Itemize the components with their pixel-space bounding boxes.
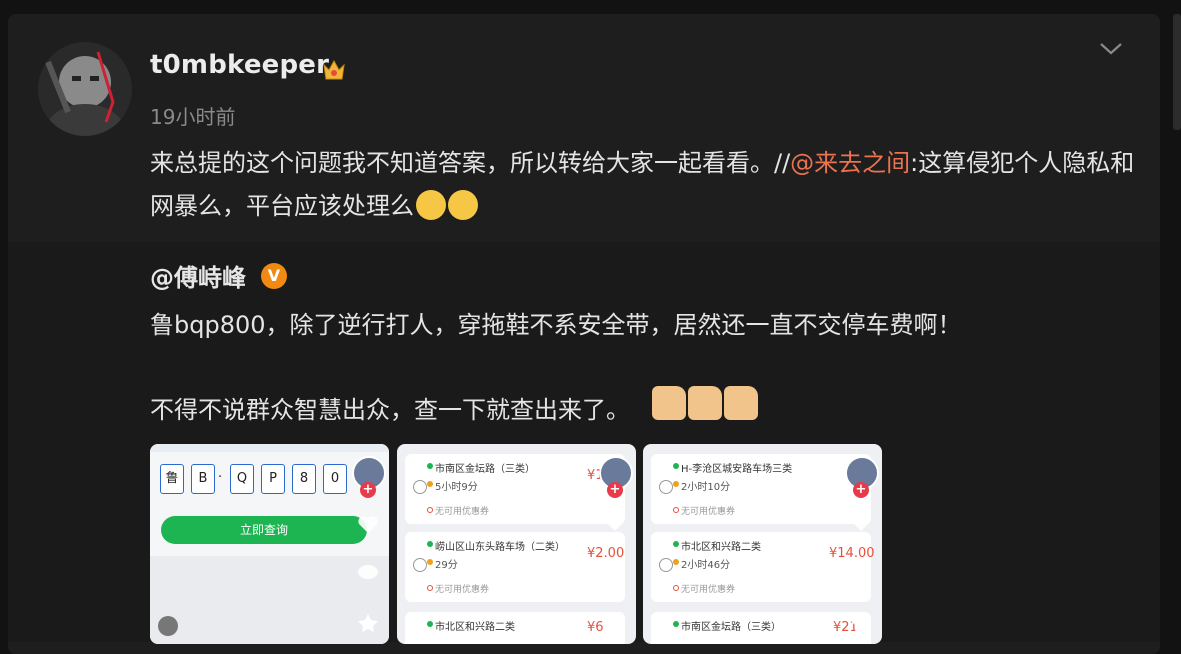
shush-emoji-icon — [416, 190, 446, 220]
post-image-2[interactable]: 市南区金坛路（三类） 5小时9分 无可用优惠券 ¥1 崂山区山东头路车场（二类）… — [397, 444, 636, 644]
repost-username[interactable]: @傅峙峰 — [150, 258, 246, 293]
comment-icon — [851, 565, 871, 579]
parking-row: 市南区金坛路（三类） 5小时9分 无可用优惠券 ¥1 — [405, 454, 625, 524]
plate-char: 8 — [292, 464, 316, 494]
music-icon — [158, 616, 178, 636]
plus-icon: + — [607, 482, 623, 498]
avatar[interactable] — [38, 42, 132, 136]
sweat-emoji-icon — [448, 190, 478, 220]
heart-icon — [605, 514, 625, 531]
plate-dot: · — [218, 470, 223, 485]
post-image-3[interactable]: H-李沧区城安路车场三类 2小时10分 无可用优惠券 市北区和兴路二类 2小时4… — [643, 444, 882, 644]
parking-row: 市北区和兴路二类 2小时46分 无可用优惠券 ¥14.00 — [651, 532, 875, 602]
parking-row: 崂山区山东头路车场（二类） 29分 无可用优惠券 ¥2.00 — [405, 532, 625, 602]
verified-badge-icon: V — [261, 263, 287, 289]
comment-icon — [605, 565, 625, 579]
comment-icon — [358, 565, 378, 579]
repost-text-line2: 不得不说群众智慧出众，查一下就查出来了。 — [150, 396, 630, 424]
chevron-down-icon[interactable] — [1098, 40, 1124, 58]
star-icon — [605, 614, 625, 632]
thumbs-up-icon — [688, 386, 722, 420]
mention-link[interactable]: @来去之间 — [790, 149, 910, 177]
parking-row: 市北区和兴路二类 ¥6 — [405, 612, 625, 644]
plate-char: P — [261, 464, 285, 494]
thumbs-up-emojis — [652, 386, 760, 424]
parking-row: 市南区金坛路（三类） ¥21 — [651, 612, 871, 644]
post-text: 来总提的这个问题我不知道答案，所以转给大家一起看看。//@来去之间:这算侵犯个人… — [150, 149, 1135, 220]
post-image-1[interactable]: 鲁 B · Q P 8 0 立即查询 + — [150, 444, 389, 644]
heart-icon — [358, 516, 378, 533]
query-button: 立即查询 — [161, 516, 367, 544]
repost-text-line1: 鲁bqp800，除了逆行打人，穿拖鞋不系安全带，居然还一直不交停车费啊！ — [150, 311, 962, 339]
plate-char: B — [191, 464, 215, 494]
star-icon — [851, 614, 871, 632]
parking-row: H-李沧区城安路车场三类 2小时10分 无可用优惠券 — [651, 454, 871, 524]
plate-char: 鲁 — [160, 464, 184, 494]
plate-char: Q — [230, 464, 254, 494]
plus-icon: + — [853, 482, 869, 498]
scrollbar[interactable] — [1173, 14, 1181, 130]
post-time[interactable]: 19小时前 — [150, 101, 235, 130]
plate-char: 0 — [323, 464, 347, 494]
plus-icon: + — [360, 482, 376, 498]
star-icon — [358, 614, 378, 632]
heart-icon — [851, 514, 871, 531]
crown-icon — [323, 59, 345, 80]
username[interactable]: t0mbkeeper — [150, 50, 329, 80]
thumbs-up-icon — [652, 386, 686, 420]
thumbs-up-icon — [724, 386, 758, 420]
